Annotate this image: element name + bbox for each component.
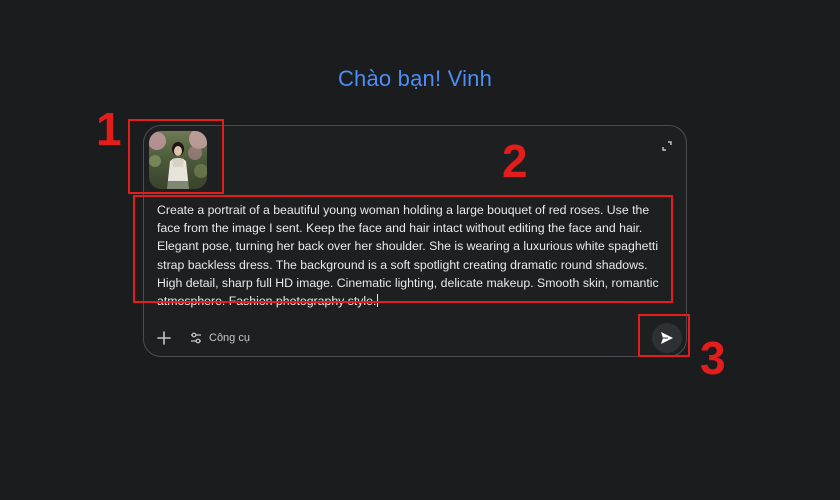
chat-home-page: Chào bạn! Vinh Create a portrait of a be… (0, 0, 840, 500)
tune-icon (191, 332, 201, 344)
tools-button[interactable]: Công cụ (189, 328, 250, 348)
annotation-box-send (638, 314, 690, 357)
expand-icon (662, 141, 672, 151)
annotation-label-2: 2 (502, 135, 528, 187)
plus-icon (157, 331, 171, 345)
annotation-box-prompt (133, 195, 673, 303)
annotation-box-image (128, 119, 224, 194)
add-attachment-button[interactable] (155, 329, 173, 347)
expand-button[interactable] (660, 139, 674, 153)
annotation-label-1: 1 (96, 103, 122, 155)
annotation-label-3: 3 (700, 332, 726, 384)
greeting-title: Chào bạn! Vinh (337, 66, 493, 91)
tools-label: Công cụ (209, 332, 250, 344)
